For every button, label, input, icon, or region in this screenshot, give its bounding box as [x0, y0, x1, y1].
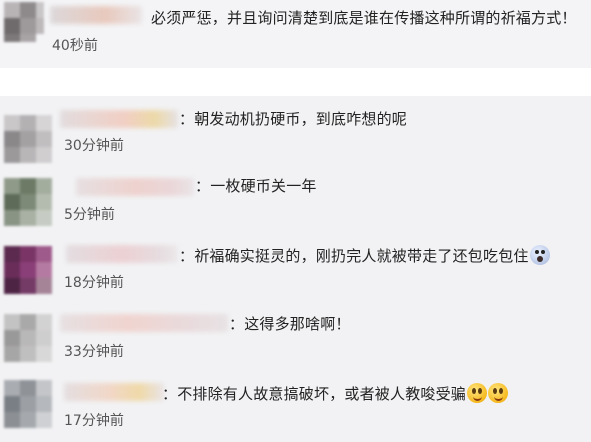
comment-time: 17分钟前 [64, 413, 124, 429]
comment-text: 朝发动机扔硬币，到底咋想的呢 [194, 110, 408, 128]
comment-text: 不排除有人故意搞破坏，或者被人教唆受骗 [177, 385, 467, 403]
comment-text: 一枚硬币关一年 [210, 177, 317, 195]
username[interactable] [64, 383, 164, 401]
comment-text: 祈福确实挺灵的，刚扔完人就被带走了还包吃包住 [194, 247, 529, 265]
avatar[interactable] [4, 2, 44, 42]
username[interactable] [60, 314, 228, 332]
username[interactable] [50, 6, 142, 24]
section-divider [0, 68, 591, 96]
comment-separator: ： [179, 247, 195, 265]
comment-list: ：朝发动机扔硬币，到底咋想的呢 30分钟前 ：一枚硬币关一年 5分钟前 ：祈福确… [0, 96, 591, 442]
avatar[interactable] [4, 314, 52, 362]
comment-time: 30分钟前 [64, 138, 124, 154]
comment-time: 18分钟前 [64, 275, 124, 291]
grinning-face-icon [488, 383, 509, 403]
comment-separator: ： [162, 385, 178, 403]
comment-separator: ： [229, 315, 245, 333]
comment-time: 5分钟前 [64, 207, 115, 223]
username[interactable] [66, 245, 178, 263]
comment-separator: ： [195, 177, 211, 195]
avatar[interactable] [4, 246, 52, 294]
avatar[interactable] [4, 178, 52, 226]
comment-separator: ： [179, 110, 195, 128]
shocked-face-icon [529, 245, 550, 265]
avatar[interactable] [4, 380, 52, 428]
comment-text: 必须严惩，并且询问清楚到底是谁在传播这种所谓的祈福方式！ [151, 9, 577, 27]
username[interactable] [60, 110, 178, 128]
top-comment: 必须严惩，并且询问清楚到底是谁在传播这种所谓的祈福方式！ 40秒前 [0, 0, 591, 68]
avatar[interactable] [4, 115, 52, 163]
grinning-face-icon [467, 383, 488, 403]
comment-text: 这得多那啥啊！ [244, 315, 351, 333]
comment-time: 33分钟前 [64, 344, 124, 360]
username[interactable] [76, 178, 194, 196]
comment-time: 40秒前 [52, 38, 98, 54]
